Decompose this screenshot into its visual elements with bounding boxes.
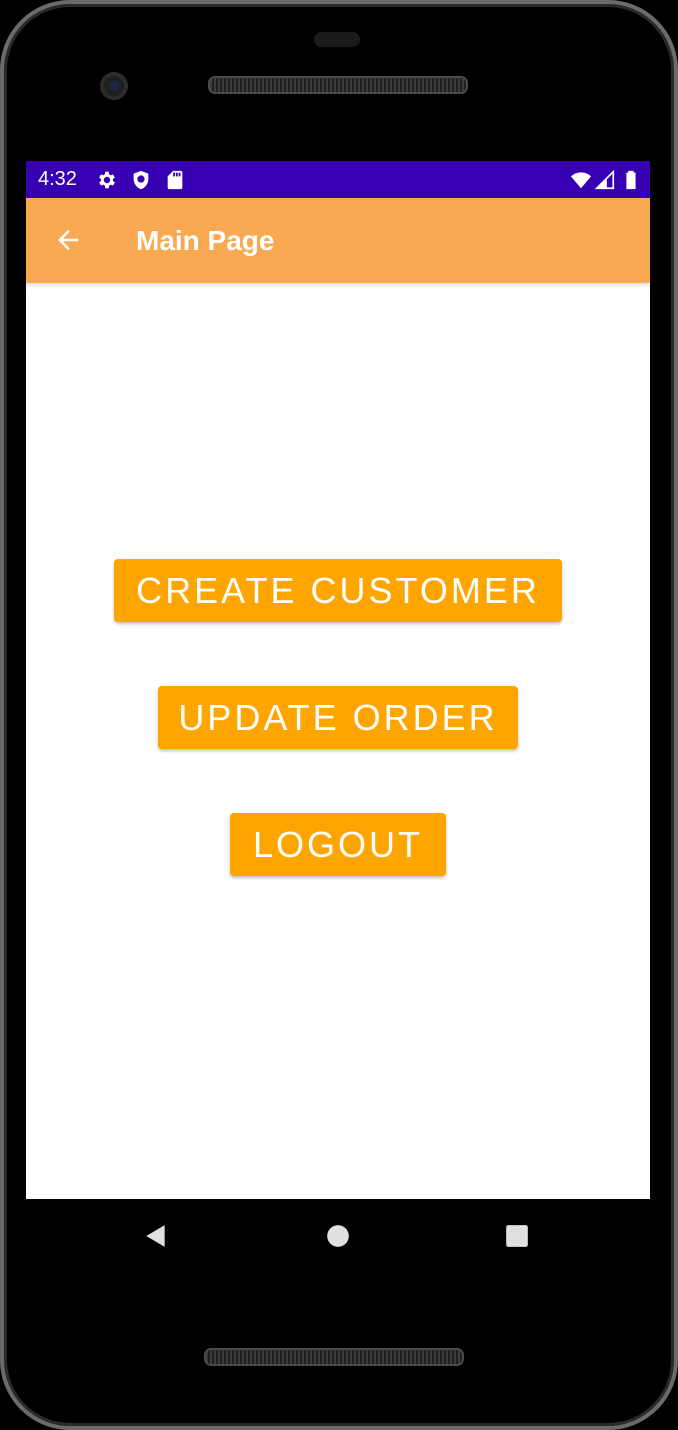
status-time: 4:32 xyxy=(38,168,77,190)
settings-icon xyxy=(99,171,115,189)
back-triangle-icon xyxy=(146,1225,165,1247)
nav-home-button[interactable] xyxy=(318,1216,358,1256)
arrow-back-icon xyxy=(58,230,78,250)
battery-icon xyxy=(626,170,636,190)
update-order-button[interactable]: UPDATE ORDER xyxy=(158,686,518,749)
logout-button[interactable]: LOGOUT xyxy=(230,813,446,876)
signal-icon xyxy=(594,169,615,190)
back-button[interactable] xyxy=(48,220,88,260)
system-nav-bar xyxy=(26,1199,650,1273)
shield-icon xyxy=(133,170,149,190)
page-title: Main Page xyxy=(136,225,275,256)
home-circle-icon xyxy=(327,1225,349,1247)
front-camera xyxy=(100,72,128,100)
recents-square-icon xyxy=(506,1225,528,1247)
wifi-icon xyxy=(570,172,592,189)
top-speaker-grille xyxy=(208,76,468,94)
app-screen: 4:32 Main Page CREATE CUSTOMER UPDATE OR… xyxy=(26,161,650,1199)
earpiece-slot xyxy=(314,32,360,47)
phone-device: 4:32 Main Page CREATE CUSTOMER UPDATE OR… xyxy=(0,0,678,1430)
create-customer-button[interactable]: CREATE CUSTOMER xyxy=(114,559,562,622)
nav-recents-button[interactable] xyxy=(497,1216,537,1256)
app-toolbar: Main Page xyxy=(26,198,650,283)
bottom-speaker-grille xyxy=(204,1348,464,1366)
sd-card-icon xyxy=(167,170,183,190)
nav-back-button[interactable] xyxy=(136,1216,176,1256)
status-bar: 4:32 xyxy=(26,161,650,198)
